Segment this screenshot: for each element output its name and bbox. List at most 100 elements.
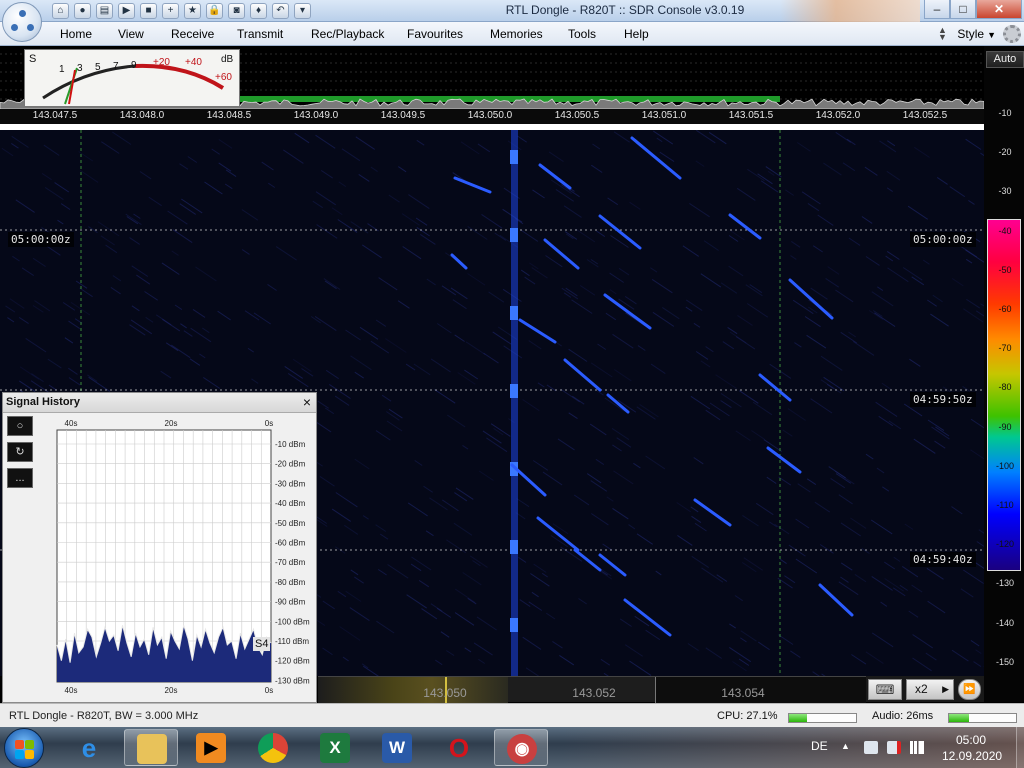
bandwidth-marker: [240, 96, 780, 102]
noise-streak: [323, 278, 341, 290]
noise-streak: [835, 473, 852, 484]
application-menu-button[interactable]: [2, 2, 42, 42]
style-menu[interactable]: Style ▼: [957, 27, 996, 41]
noise-streak: [15, 199, 35, 213]
signal-streak: [758, 373, 792, 402]
language-indicator[interactable]: DE: [811, 739, 828, 753]
menu-memories[interactable]: Memories: [490, 27, 543, 41]
record-icon[interactable]: ●: [74, 3, 91, 19]
taskbar-chrome[interactable]: [246, 729, 300, 766]
maximize-button[interactable]: □: [950, 0, 976, 19]
noise-streak: [716, 574, 728, 582]
noise-streak: [645, 629, 661, 641]
frequency-label: 143.049.0: [293, 110, 339, 121]
menu-receive[interactable]: Receive: [171, 27, 214, 41]
frequency-ruler[interactable]: 143.050 143.052 143.054: [318, 676, 866, 703]
play-icon[interactable]: ▶: [118, 3, 135, 19]
home-icon[interactable]: ⌂: [52, 3, 69, 19]
noise-streak: [44, 186, 64, 201]
taskbar-excel[interactable]: X: [308, 729, 362, 766]
scale-tick-label: -150: [995, 656, 1014, 667]
show-desktop-button[interactable]: [1016, 727, 1024, 768]
noise-streak: [693, 322, 701, 328]
noise-streak: [329, 383, 351, 400]
lock-icon[interactable]: 🔒: [206, 3, 223, 19]
noise-streak: [914, 146, 930, 158]
noise-streak: [161, 262, 180, 275]
noise-streak: [743, 557, 763, 571]
circle-tool-icon[interactable]: ○: [7, 416, 33, 436]
noise-streak: [476, 616, 497, 631]
noise-streak: [884, 578, 904, 592]
title-bar: ⌂ ● ▤ ▶ ■ + ★ 🔒 ◙ ♦ ↶ ▾ RTL Dongle - R820T :: SDR C…: [0, 0, 1024, 22]
camera-icon[interactable]: ◙: [228, 3, 245, 19]
auto-scale-button[interactable]: Auto: [986, 51, 1024, 68]
spectrum-display[interactable]: 1 3 5 7 9 +20 +40 +60 SdB: [0, 46, 984, 109]
noise-streak: [355, 136, 375, 150]
refresh-tool-icon[interactable]: ↻: [7, 442, 33, 462]
menu-tools[interactable]: Tools: [568, 27, 596, 41]
taskbar-media-player[interactable]: ▶: [184, 729, 238, 766]
s-meter-scale-label: 1: [59, 64, 65, 75]
minimize-button[interactable]: –: [924, 0, 950, 19]
noise-streak: [79, 287, 93, 298]
fast-forward-icon[interactable]: ⏩: [958, 679, 981, 700]
noise-streak: [682, 245, 699, 257]
more-tool-icon[interactable]: ...: [7, 468, 33, 488]
menu-home[interactable]: Home: [60, 27, 92, 41]
zoom-select[interactable]: x2 ▶: [906, 679, 954, 700]
signal-streak: [453, 176, 492, 194]
noise-streak: [720, 400, 732, 409]
noise-streak: [930, 313, 949, 327]
noise-streak: [968, 199, 975, 205]
keyboard-button[interactable]: ⌨: [868, 679, 902, 700]
clock-date[interactable]: 12.09.2020: [942, 749, 1002, 763]
noise-streak: [557, 438, 575, 451]
noise-streak: [25, 337, 47, 353]
noise-streak: [840, 562, 853, 571]
start-button[interactable]: [4, 728, 44, 768]
add-icon[interactable]: +: [162, 3, 179, 19]
noise-streak: [911, 584, 923, 593]
gear-icon[interactable]: [1003, 25, 1021, 43]
favourite-star-icon[interactable]: ★: [184, 3, 201, 19]
clock-time[interactable]: 05:00: [956, 733, 986, 747]
noise-streak: [691, 515, 702, 524]
style-updown-icon[interactable]: ▲ ▼: [938, 26, 947, 42]
menu-favourites[interactable]: Favourites: [407, 27, 463, 41]
taskbar-word[interactable]: W: [370, 729, 424, 766]
orb-node-icon: [19, 10, 26, 17]
close-button[interactable]: ✕: [976, 0, 1022, 19]
pin-icon[interactable]: ♦: [250, 3, 267, 19]
noise-streak: [909, 358, 921, 367]
taskbar-internet-explorer[interactable]: e: [62, 729, 116, 766]
taskbar-opera[interactable]: O: [432, 729, 486, 766]
dropdown-icon[interactable]: ▾: [294, 3, 311, 19]
noise-streak: [760, 180, 779, 193]
tray-expand-icon[interactable]: ▲: [841, 741, 850, 751]
noise-streak: [965, 258, 973, 264]
noise-streak: [388, 194, 400, 203]
stop-icon[interactable]: ■: [140, 3, 157, 19]
noise-streak: [130, 319, 153, 335]
undo-icon[interactable]: ↶: [272, 3, 289, 19]
taskbar-sdr-console[interactable]: ◉: [494, 729, 548, 766]
menu-rec-playback[interactable]: Rec/Playback: [311, 27, 384, 41]
noise-streak: [34, 300, 51, 312]
noise-streak: [927, 600, 946, 614]
signal-strength-icon[interactable]: [910, 741, 924, 754]
close-icon[interactable]: ×: [303, 394, 311, 410]
scale-tick-label: -70: [998, 343, 1012, 354]
network-icon[interactable]: [887, 741, 901, 754]
menu-transmit[interactable]: Transmit: [237, 27, 283, 41]
noise-streak: [825, 277, 840, 288]
menu-view[interactable]: View: [118, 27, 144, 41]
action-center-icon[interactable]: [864, 741, 878, 754]
menu-help[interactable]: Help: [624, 27, 649, 41]
taskbar-file-explorer[interactable]: [124, 729, 178, 766]
excel-icon: X: [320, 733, 350, 763]
noise-streak: [31, 373, 44, 383]
open-folder-icon[interactable]: ▤: [96, 3, 113, 19]
noise-streak: [473, 642, 493, 656]
noise-streak: [705, 647, 722, 659]
